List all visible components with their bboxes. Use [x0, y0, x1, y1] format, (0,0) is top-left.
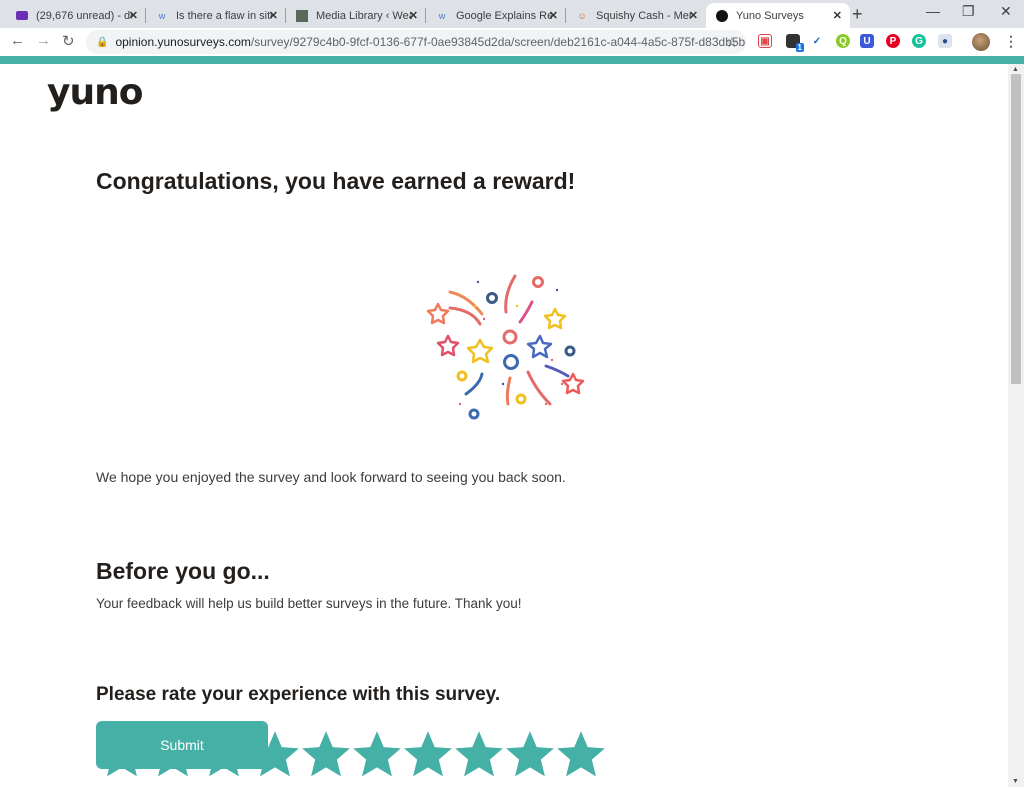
- shield-extension-icon[interactable]: U: [860, 34, 874, 48]
- scrollbar-thumb[interactable]: [1011, 74, 1021, 384]
- bookmark-star-icon[interactable]: ☆: [725, 34, 738, 51]
- extension-badge: 1: [795, 43, 804, 52]
- wa-icon: w: [158, 10, 166, 21]
- scroll-up-icon[interactable]: ▲: [1012, 66, 1019, 73]
- tab-title: Is there a flaw in site: [176, 9, 272, 22]
- checkbox-extension-icon[interactable]: ✓: [810, 34, 824, 48]
- scroll-down-icon[interactable]: ▼: [1012, 778, 1019, 785]
- reload-button[interactable]: ↻: [62, 32, 75, 50]
- confetti-illustration-icon: [426, 274, 585, 420]
- survey-page: yuno Congratulations, you have earned a …: [0, 64, 1008, 787]
- close-tab-icon[interactable]: ✕: [549, 9, 558, 22]
- media-thumb-icon: [296, 9, 308, 22]
- url-path: /survey/9279c4b0-9fcf-0136-677f-0ae93845…: [250, 35, 746, 49]
- yuno-icon: [716, 9, 728, 22]
- close-tab-icon[interactable]: ✕: [269, 9, 278, 22]
- close-tab-icon[interactable]: ✕: [409, 9, 418, 22]
- screen-extension-icon[interactable]: ●: [938, 34, 952, 48]
- lock-icon: 🔒: [96, 36, 109, 48]
- close-tab-icon[interactable]: ✕: [833, 9, 842, 22]
- before-you-go-heading: Before you go...: [96, 558, 270, 584]
- browser-toolbar: ← → ↻ 🔒 opinion.yunosurveys.com /survey/…: [0, 28, 1024, 56]
- minimize-button[interactable]: —: [926, 3, 940, 19]
- tab-media-library[interactable]: Media Library ‹ Weal ✕: [286, 3, 426, 28]
- rating-prompt: Please rate your experience with this su…: [96, 684, 501, 705]
- page-title: Congratulations, you have earned a rewar…: [96, 168, 576, 194]
- rating-star-7[interactable]: [402, 728, 454, 780]
- submit-button[interactable]: Submit: [96, 721, 268, 769]
- close-window-button[interactable]: ✕: [1000, 3, 1012, 20]
- vertical-scrollbar[interactable]: ▲ ▼: [1008, 64, 1024, 787]
- forward-button[interactable]: →: [36, 32, 51, 49]
- browser-menu-icon[interactable]: ⋮: [1004, 33, 1018, 50]
- package-extension-icon[interactable]: 1: [786, 34, 804, 52]
- tab-title: (29,676 unread) - del: [36, 9, 132, 22]
- tab-gmail[interactable]: (29,676 unread) - del ✕: [6, 3, 146, 28]
- url-host: opinion.yunosurveys.com: [115, 35, 251, 49]
- feedback-text: Your feedback will help us build better …: [96, 596, 522, 611]
- tab-squishy-cash[interactable]: ☺ Squishy Cash - Mem ✕: [566, 3, 706, 28]
- tab-google-explains[interactable]: w Google Explains Rem ✕: [426, 3, 566, 28]
- rating-star-5[interactable]: [300, 728, 352, 780]
- close-tab-icon[interactable]: ✕: [689, 9, 698, 22]
- close-tab-icon[interactable]: ✕: [129, 9, 138, 22]
- grammarly-icon[interactable]: G: [912, 34, 926, 48]
- restore-button[interactable]: ❐: [962, 3, 975, 20]
- rating-star-10[interactable]: [555, 728, 607, 780]
- tab-flaw[interactable]: w Is there a flaw in site ✕: [146, 3, 286, 28]
- accent-bar: [0, 56, 1024, 64]
- tab-title: Google Explains Rem: [456, 9, 552, 22]
- rating-star-6[interactable]: [351, 728, 403, 780]
- chat-extension-icon[interactable]: Q: [836, 34, 850, 48]
- tab-title: Yuno Surveys: [736, 9, 804, 22]
- calendar-extension-icon[interactable]: ▣: [758, 34, 772, 48]
- address-bar[interactable]: 🔒 opinion.yunosurveys.com /survey/9279c4…: [86, 30, 746, 54]
- squishy-icon: ☺: [577, 10, 587, 21]
- tab-strip: (29,676 unread) - del ✕ w Is there a fla…: [0, 0, 1024, 28]
- back-button[interactable]: ←: [10, 32, 25, 49]
- mail-icon: [16, 11, 28, 20]
- wa-icon: w: [438, 10, 446, 21]
- tab-yuno-surveys[interactable]: Yuno Surveys ✕: [706, 3, 850, 28]
- pinterest-icon[interactable]: P: [886, 34, 900, 48]
- rating-star-9[interactable]: [504, 728, 556, 780]
- profile-avatar[interactable]: [972, 33, 990, 51]
- tab-title: Squishy Cash - Mem: [596, 9, 692, 22]
- new-tab-button[interactable]: +: [852, 4, 863, 25]
- yuno-logo: yuno: [47, 72, 143, 113]
- thank-you-message: We hope you enjoyed the survey and look …: [96, 469, 566, 485]
- rating-star-8[interactable]: [453, 728, 505, 780]
- tab-title: Media Library ‹ Weal: [316, 9, 412, 22]
